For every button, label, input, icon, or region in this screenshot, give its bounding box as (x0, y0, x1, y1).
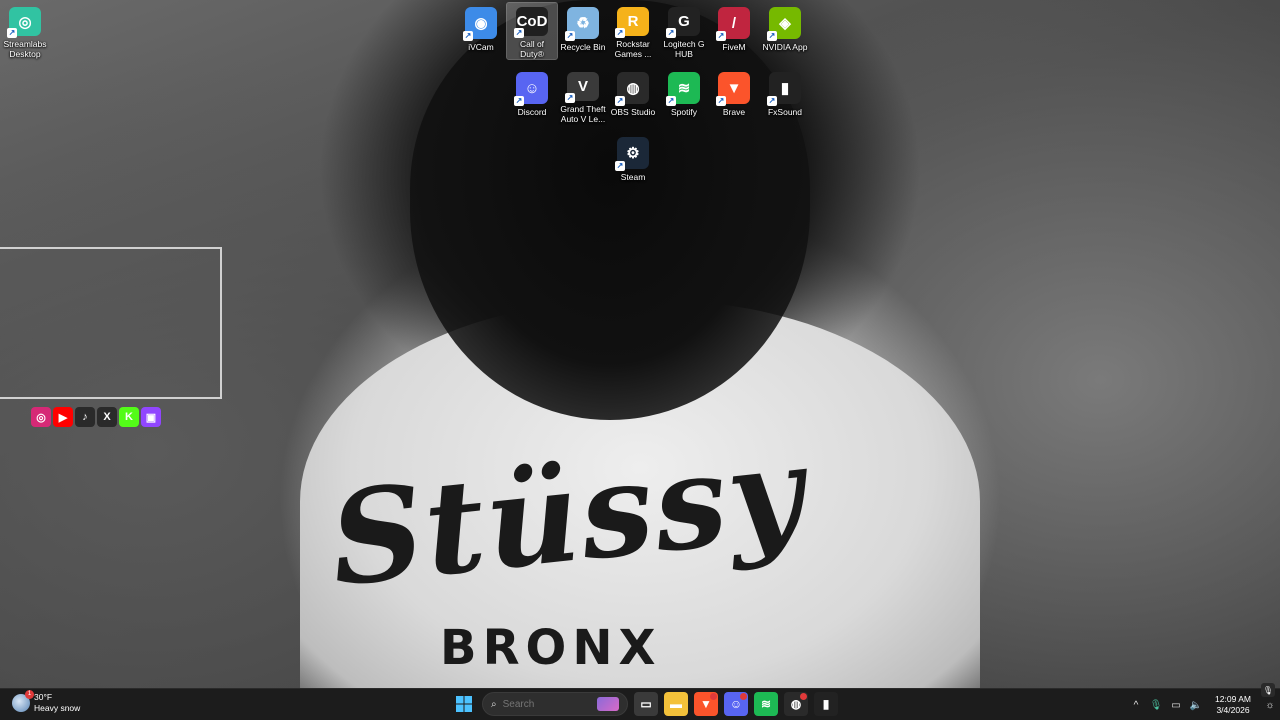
search-icon: ⌕ (491, 698, 497, 710)
fxsound-icon: ▮ ↗ (767, 72, 801, 106)
social-icons-strip: ◎ ▶ ♪ X K ▣ (31, 407, 161, 427)
discord-icon: ☺ ↗ (514, 72, 548, 106)
network-icon[interactable]: ▭ (1166, 693, 1186, 717)
shortcut-arrow-icon: ↗ (565, 93, 575, 103)
desktop-icon-label: FxSound (767, 107, 803, 117)
streamlabs-icon: ◎ ↗ (7, 7, 41, 38)
desktop-icon-brave[interactable]: ▼ ↗ Brave (709, 68, 759, 124)
weather-temperature: 30°F (34, 692, 53, 702)
tiktok-icon: ♪ (75, 407, 95, 427)
kick-icon: K (119, 407, 139, 427)
desktop-icon-label: Streamlabs Desktop (3, 39, 47, 59)
microphone-icon[interactable]: 🎙 (1146, 693, 1166, 717)
taskbar-clock[interactable]: 12:09 AM 3/4/2026 (1210, 694, 1256, 716)
desktop-icon-nvidia[interactable]: ◈ ↗ NVIDIA App (760, 3, 810, 59)
shortcut-arrow-icon: ↗ (767, 31, 777, 41)
shortcut-arrow-icon: ↗ (767, 96, 777, 106)
taskbar-app-brave[interactable]: ▼ (694, 692, 718, 716)
gta-v-icon: V ↗ (565, 72, 599, 103)
call-of-duty-icon: CoD ↗ (514, 7, 548, 38)
shortcut-arrow-icon: ↗ (615, 96, 625, 106)
desktop-icon-logitech[interactable]: G ↗ Logitech G HUB (659, 3, 709, 59)
desktop-icon-label: Discord (517, 107, 547, 117)
system-tray: ^ 🎙 ▭ 🔈 12:09 AM 3/4/2026 ☼ (1126, 689, 1280, 720)
weather-condition: Heavy snow (34, 703, 81, 713)
taskbar-app-obs-studio[interactable]: ◍ (784, 692, 808, 716)
taskbar-search-box[interactable]: ⌕ (482, 692, 628, 716)
taskbar-app-discord[interactable]: ☺ (724, 692, 748, 716)
volume-icon[interactable]: 🔈 (1186, 693, 1206, 717)
recycle-bin-icon: ♻ ↗ (565, 7, 599, 41)
obs-icon: ◍ ↗ (615, 72, 649, 106)
ivcam-icon: ◉ ↗ (463, 7, 497, 41)
desktop-icon-label: Rockstar Games ... (614, 39, 652, 59)
taskbar-app-task-view[interactable]: ▭ (634, 692, 658, 716)
desktop-icon-fivem[interactable]: / ↗ FiveM (709, 3, 759, 59)
search-input[interactable] (502, 698, 583, 710)
desktop-icon-spotify[interactable]: ≋ ↗ Spotify (659, 68, 709, 124)
windows-logo-icon (456, 696, 472, 712)
instagram-icon: ◎ (31, 407, 51, 427)
notification-badge (740, 693, 747, 700)
twitch-icon: ▣ (141, 407, 161, 427)
weather-widget[interactable]: 1 30°F Heavy snow (12, 690, 81, 714)
desktop-icon-obs[interactable]: ◍ ↗ OBS Studio (608, 68, 658, 124)
shortcut-arrow-icon: ↗ (514, 96, 524, 106)
desktop-icon-ivcam[interactable]: ◉ ↗ iVCam (456, 3, 506, 59)
desktop-icon-recycle-bin[interactable]: ♻ ↗ Recycle Bin (558, 3, 608, 59)
shortcut-arrow-icon: ↗ (463, 31, 473, 41)
desktop-icon-steam[interactable]: ⚙ ↗ Steam (608, 133, 658, 189)
shortcut-arrow-icon: ↗ (615, 161, 625, 171)
spotify-icon: ≋ ↗ (666, 72, 700, 106)
fivem-icon: / ↗ (716, 7, 750, 41)
notification-badge (710, 693, 717, 700)
start-button[interactable] (452, 692, 476, 716)
shortcut-arrow-icon: ↗ (514, 28, 524, 38)
taskbar: 1 30°F Heavy snow ⌕ ▭ ▬ ▼ ☺ ≋ ◍ ▮ ^ (0, 688, 1280, 720)
shortcut-arrow-icon: ↗ (716, 31, 726, 41)
search-highlight-image (597, 697, 619, 711)
shortcut-arrow-icon: ↗ (615, 28, 625, 38)
desktop-icon-streamlabs[interactable]: ◎ ↗ Streamlabs Desktop (0, 3, 50, 59)
weather-badge: 1 (25, 690, 34, 699)
taskbar-center: ⌕ ▭ ▬ ▼ ☺ ≋ ◍ ▮ (452, 692, 838, 716)
weather-snow-icon: 1 (12, 690, 34, 712)
nvidia-icon: ◈ ↗ (767, 7, 801, 41)
taskbar-app-spotify[interactable]: ≋ (754, 692, 778, 716)
overlay-frame (0, 247, 222, 399)
desktop-icon-rockstar[interactable]: R ↗ Rockstar Games ... (608, 3, 658, 59)
desktop-icon-fxsound[interactable]: ▮ ↗ FxSound (760, 68, 810, 124)
shortcut-arrow-icon: ↗ (666, 96, 676, 106)
shortcut-arrow-icon: ↗ (666, 28, 676, 38)
logitech-icon: G ↗ (666, 7, 700, 38)
desktop-icon-label: FiveM (722, 42, 746, 52)
brave-icon: ▼ ↗ (716, 72, 750, 106)
desktop-icon-call-of-duty[interactable]: CoD ↗ Call of Duty® (506, 2, 558, 60)
show-hidden-icons-chevron-icon[interactable]: ^ (1126, 693, 1146, 717)
clock-date: 3/4/2026 (1216, 705, 1250, 715)
steam-icon: ⚙ ↗ (615, 137, 649, 171)
desktop-icon-label: OBS Studio (610, 107, 656, 117)
desktop-icon-label: Call of Duty® (519, 39, 545, 59)
x-icon: X (97, 407, 117, 427)
desktop-icon-label: iVCam (468, 42, 494, 52)
desktop-icon-gta-v[interactable]: V ↗ Grand Theft Auto V Le... (558, 68, 608, 124)
clock-time: 12:09 AM (1215, 694, 1251, 704)
wallpaper-hair (410, 0, 810, 420)
microphone-in-use-icon: 🎙 (1261, 683, 1275, 697)
rockstar-icon: R ↗ (615, 7, 649, 38)
shortcut-arrow-icon: ↗ (565, 31, 575, 41)
shortcut-arrow-icon: ↗ (7, 28, 17, 38)
notification-badge (800, 693, 807, 700)
desktop-icon-discord[interactable]: ☺ ↗ Discord (507, 68, 557, 124)
desktop-icon-label: Steam (620, 172, 646, 182)
desktop-icon-label: Brave (722, 107, 746, 117)
youtube-icon: ▶ (53, 407, 73, 427)
desktop-icon-label: NVIDIA App (762, 42, 808, 52)
shortcut-arrow-icon: ↗ (716, 96, 726, 106)
taskbar-app-fxsound[interactable]: ▮ (814, 692, 838, 716)
wallpaper-shirt-sub: BRONX (440, 620, 662, 676)
taskbar-app-file-explorer[interactable]: ▬ (664, 692, 688, 716)
